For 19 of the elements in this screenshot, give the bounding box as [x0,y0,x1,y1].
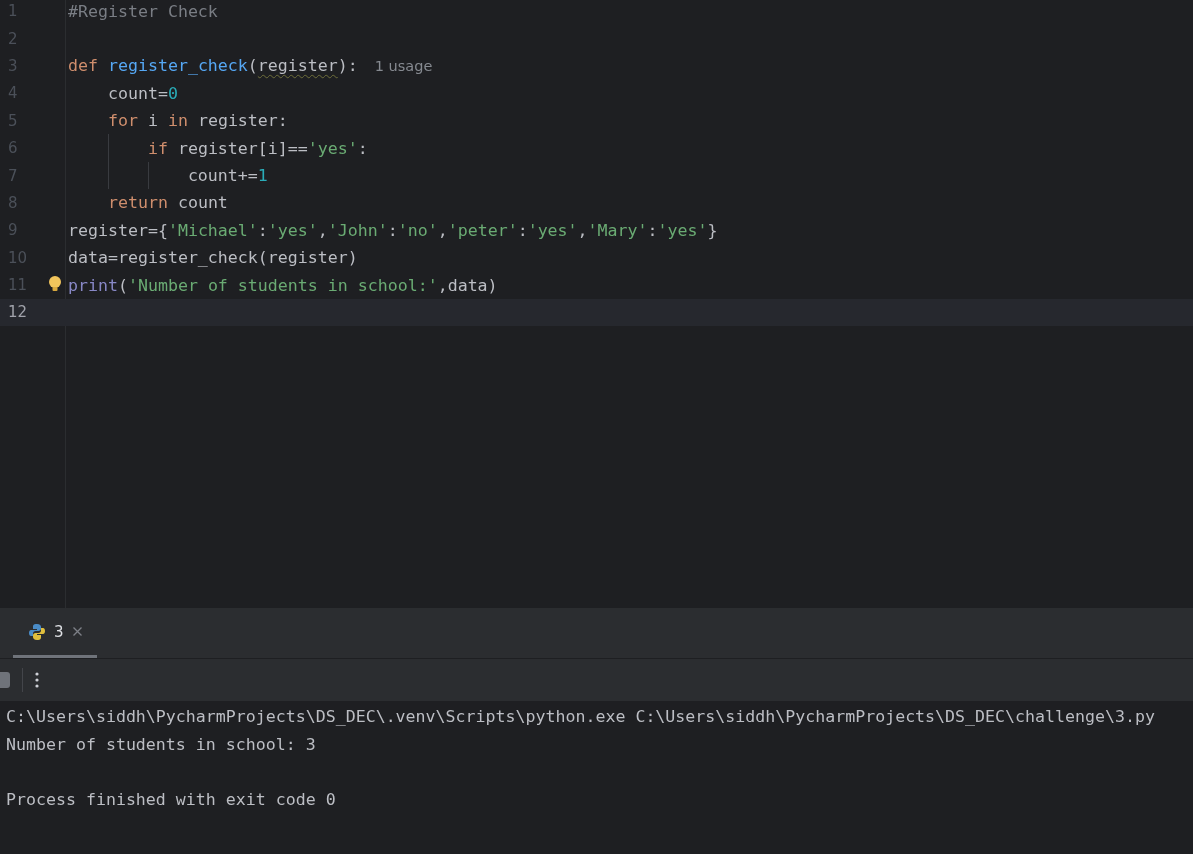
line-number: 12 [8,303,28,322]
close-icon[interactable] [71,626,83,637]
code-line: data=register_check(register) [68,248,358,268]
console-line: Process finished with exit code 0 [6,790,336,810]
console-line: C:\Users\siddh\PycharmProjects\DS_DEC\.venv\Scripts\python.exe C:\Users\siddh\PycharmProjects\DS_DEC\challenge\3.py [6,707,1155,727]
code-line: print('Number of students in school:',data) [68,275,498,295]
more-options-icon[interactable] [35,671,39,689]
code-line: register={'Michael':'yes','John':'no','peter':'yes','Mary':'yes'} [68,220,718,240]
console-line: Number of students in school: 3 [6,734,316,754]
code-line: count=0 [106,83,178,103]
usage-hint[interactable]: 1 usage [374,57,433,74]
code-line: #Register Check [68,1,218,21]
lightbulb-icon[interactable] [48,276,62,293]
code-line: if register[i]=='yes': [146,138,368,158]
code-line: for i in register: [106,111,288,131]
code-line: return count [106,193,228,213]
python-icon [28,622,46,641]
code-line: def register_check(register): [68,56,358,76]
code-line: count+=1 [186,166,268,186]
